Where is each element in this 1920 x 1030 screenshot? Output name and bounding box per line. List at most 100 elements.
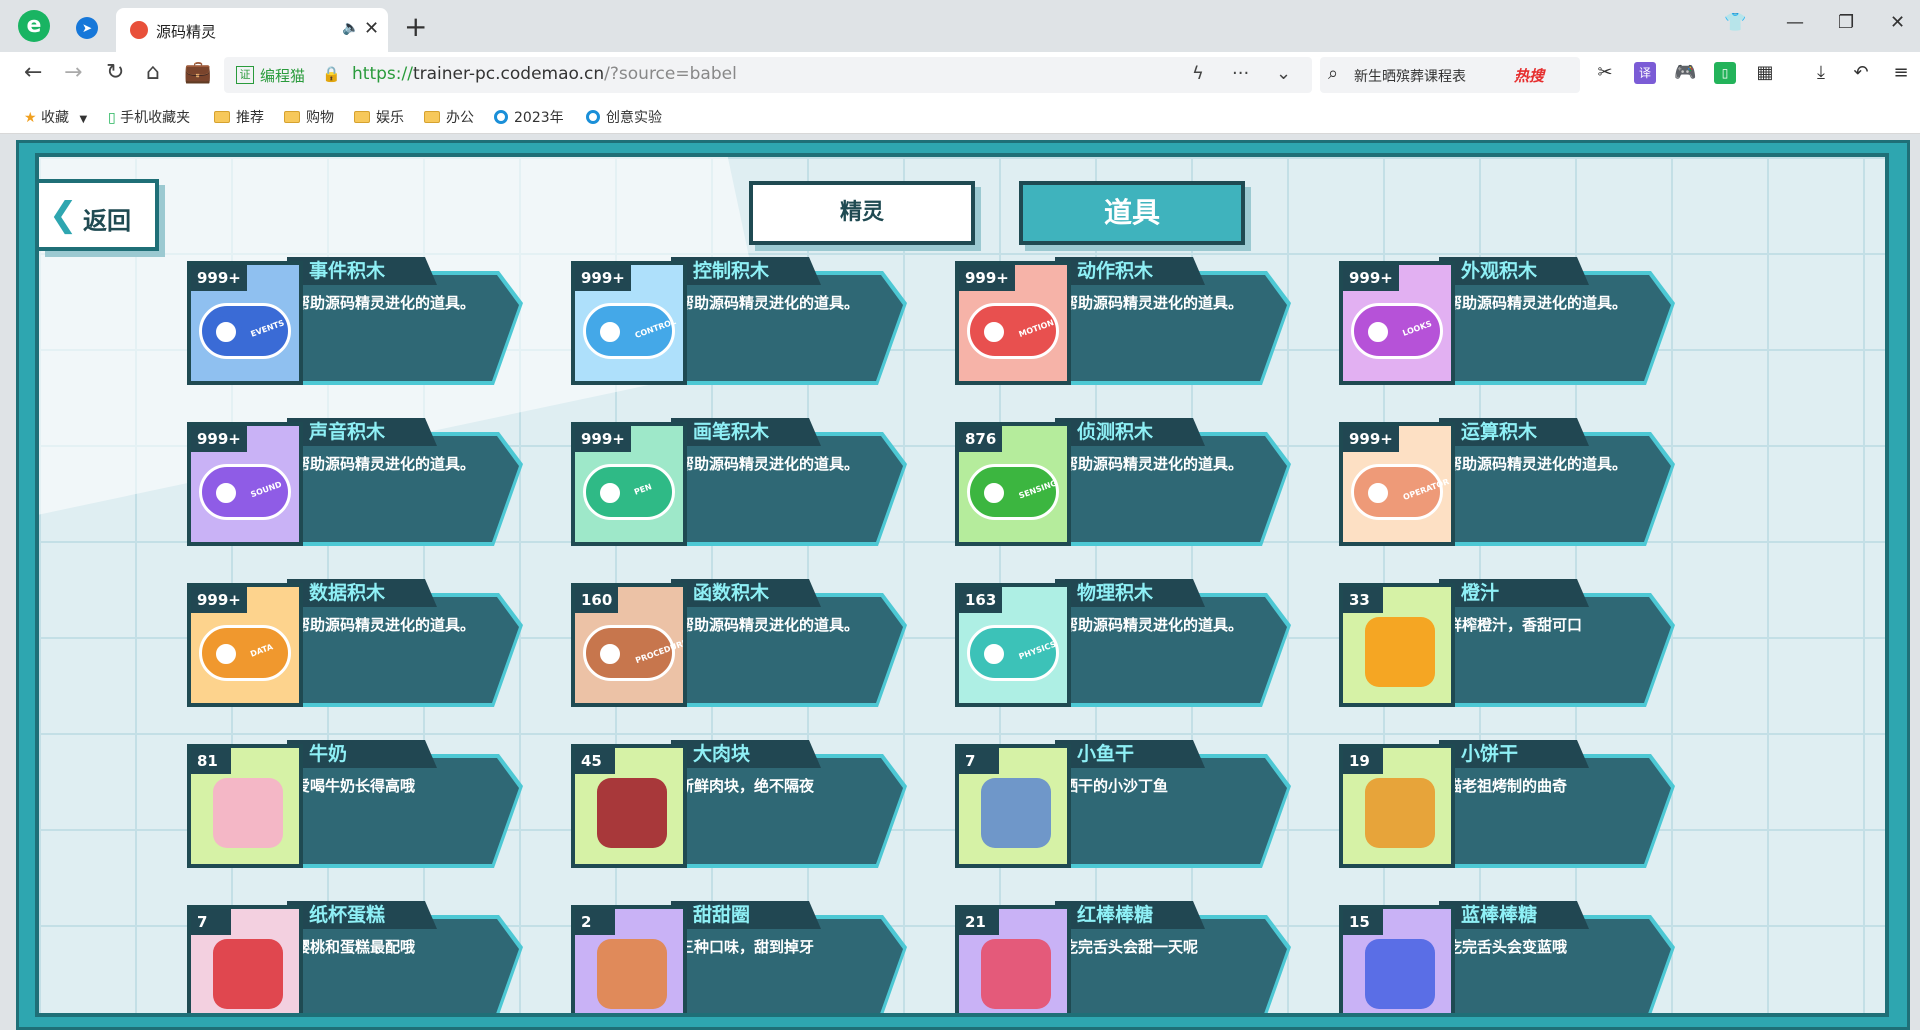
bookmark-favorites[interactable]: ★ 收藏 ▼: [24, 107, 87, 127]
reader-icon[interactable]: ▯: [1714, 62, 1736, 84]
bookmark-creative[interactable]: 创意实验: [586, 107, 662, 127]
item-count: 876: [959, 426, 1003, 452]
tab-active[interactable]: 源码精灵 🔈 ✕: [116, 8, 388, 52]
hot-search-badge[interactable]: 热搜: [1514, 65, 1544, 86]
lock-icon[interactable]: 🔒: [322, 65, 341, 83]
item-image: 999+ OPERATOR: [1339, 422, 1455, 546]
url-scheme: https://: [352, 64, 413, 84]
item-card[interactable]: 画笔积木 帮助源码精灵进化的道具。 999+ PEN: [571, 418, 921, 546]
key-label: PROCEDURES: [634, 635, 687, 666]
block-key-icon: DATA: [199, 625, 291, 681]
item-count: 33: [1343, 587, 1383, 613]
bookmark-office[interactable]: 办公: [424, 107, 474, 127]
item-count: 2: [575, 909, 615, 935]
shirt-icon[interactable]: 👕: [1724, 12, 1746, 33]
forward-arrow-icon[interactable]: →: [64, 60, 82, 85]
close-tab-icon[interactable]: ✕: [364, 18, 379, 39]
key-head: [210, 316, 242, 348]
item-card[interactable]: 物理积木 帮助源码精灵进化的道具。 163 PHYSICS: [955, 579, 1305, 707]
card-body: [671, 275, 903, 381]
block-key-icon: OPERATOR: [1351, 464, 1450, 520]
folder-icon: [424, 111, 440, 123]
item-description: 樱桃和蛋糕最配哦: [295, 938, 416, 956]
tab-bar: e ➤ 源码精灵 🔈 ✕ + 👕 — ❐ ✕: [0, 0, 1920, 52]
item-card[interactable]: 动作积木 帮助源码精灵进化的道具。 999+ MOTION: [955, 257, 1305, 385]
item-card[interactable]: 橙汁 鲜榨橙汁，香甜可口 33: [1339, 579, 1689, 707]
minimize-button[interactable]: —: [1786, 12, 1804, 33]
bookmark-recommend[interactable]: 推荐: [214, 107, 264, 127]
more-icon[interactable]: ···: [1232, 63, 1249, 84]
item-name: 甜甜圈: [693, 904, 751, 926]
block-key-icon: LOOKS: [1351, 303, 1443, 359]
menu-icon[interactable]: ≡: [1890, 62, 1912, 84]
bookmark-2023[interactable]: 2023年: [494, 107, 564, 127]
item-card[interactable]: 牛奶 爱喝牛奶长得高哦 81: [187, 740, 537, 868]
key-label: PEN: [633, 482, 654, 497]
item-card[interactable]: 侦测积木 帮助源码精灵进化的道具。 876 SENSING: [955, 418, 1305, 546]
game-icon[interactable]: 🎮: [1674, 62, 1696, 84]
back-button[interactable]: ❮ 返回: [39, 179, 159, 251]
item-card[interactable]: 外观积木 帮助源码精灵进化的道具。 999+ LOOKS: [1339, 257, 1689, 385]
back-label: 返回: [83, 207, 131, 235]
item-count: 160: [575, 587, 619, 613]
lightning-icon[interactable]: ϟ: [1192, 63, 1204, 84]
close-window-button[interactable]: ✕: [1890, 12, 1905, 33]
item-description: 吃完舌头会变蓝哦: [1447, 938, 1568, 956]
key-head: [1362, 316, 1394, 348]
item-count: 81: [191, 748, 231, 774]
item-card[interactable]: 数据积木 帮助源码精灵进化的道具。 999+ DATA: [187, 579, 537, 707]
item-card[interactable]: 大肉块 新鲜肉块，绝不隔夜 45: [571, 740, 921, 868]
item-description: 鲜榨橙汁，香甜可口: [1447, 616, 1583, 634]
search-box[interactable]: ⌕ 新生晒殡葬课程表 热搜: [1320, 57, 1580, 93]
cert-icon[interactable]: 证: [236, 66, 254, 84]
item-card[interactable]: 运算积木 帮助源码精灵进化的道具。 999+ OPERATOR: [1339, 418, 1689, 546]
item-card[interactable]: 函数积木帮助源码精灵进化的道具。 160 PROCEDURES: [571, 579, 921, 707]
chevron-down-icon[interactable]: ⌄: [1276, 63, 1291, 84]
briefcase-icon[interactable]: 💼: [184, 60, 211, 85]
item-card[interactable]: 声音积木 帮助源码精灵进化的道具。 999+ SOUND: [187, 418, 537, 546]
item-name: 蓝棒棒糖: [1461, 904, 1538, 926]
bookmark-mobile[interactable]: ▯ 手机收藏夹: [108, 107, 190, 127]
download-icon[interactable]: ⤓: [1810, 62, 1832, 84]
pinned-tab-icon[interactable]: ➤: [76, 17, 98, 39]
translate-icon[interactable]: 译: [1634, 62, 1656, 84]
tab-items[interactable]: 道具: [1019, 181, 1245, 245]
item-count: 999+: [191, 587, 247, 613]
item-card[interactable]: 事件积木 帮助源码精灵进化的道具。 999+ EVENTS: [187, 257, 537, 385]
reload-icon[interactable]: ↻: [106, 60, 124, 85]
browser-logo-icon[interactable]: e: [18, 10, 50, 42]
key-head: [978, 477, 1010, 509]
tab-sprites[interactable]: 精灵: [749, 181, 975, 245]
caret-down-icon[interactable]: ▼: [79, 114, 87, 125]
apps-icon[interactable]: ▦: [1754, 62, 1776, 84]
card-body: [1055, 758, 1287, 864]
block-key-icon: PHYSICS: [967, 625, 1059, 681]
search-text: 新生晒殡葬课程表: [1354, 69, 1466, 85]
bookmark-entertainment[interactable]: 娱乐: [354, 107, 404, 127]
new-tab-button[interactable]: +: [404, 10, 427, 43]
scissors-icon[interactable]: ✂: [1594, 62, 1616, 84]
site-org: 编程猫: [260, 67, 306, 85]
undo-icon[interactable]: ↶: [1850, 62, 1872, 84]
item-name: 函数积木: [693, 582, 770, 604]
folder-icon: [214, 111, 230, 123]
url-text[interactable]: https://trainer-pc.codemao.cn/?source=ba…: [352, 64, 737, 84]
item-card[interactable]: 小饼干 猫老祖烤制的曲奇 19: [1339, 740, 1689, 868]
key-label: CONTROL: [633, 316, 678, 341]
item-card[interactable]: 控制积木 帮助源码精灵进化的道具。 999+ CONTROL: [571, 257, 921, 385]
back-arrow-icon[interactable]: ←: [24, 60, 42, 85]
card-body: [1055, 597, 1287, 703]
item-name: 运算积木: [1461, 421, 1538, 443]
food-icon: [981, 778, 1051, 848]
key-label: LOOKS: [1401, 319, 1433, 338]
speaker-icon[interactable]: 🔈: [342, 20, 359, 36]
item-card[interactable]: 小鱼干 晒干的小沙丁鱼 7: [955, 740, 1305, 868]
home-icon[interactable]: ⌂: [146, 60, 160, 85]
item-name: 牛奶: [309, 743, 348, 765]
restore-button[interactable]: ❐: [1838, 12, 1854, 33]
bookmark-shopping[interactable]: 购物: [284, 107, 334, 127]
item-description: 帮助源码精灵进化的道具。: [679, 616, 860, 634]
card-body: [671, 597, 903, 703]
address-bar[interactable]: 证 编程猫 🔒 https://trainer-pc.codemao.cn/?s…: [224, 57, 1312, 93]
item-count: 999+: [191, 426, 247, 452]
